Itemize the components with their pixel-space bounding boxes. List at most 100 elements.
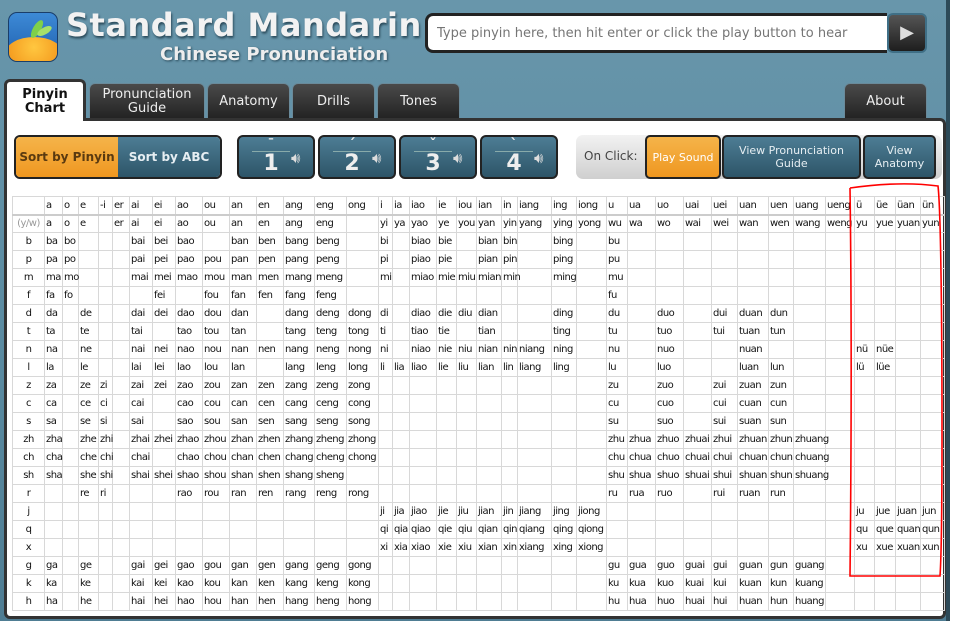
syllable-cell[interactable]: si [98,412,113,431]
syllable-cell[interactable]: kong [346,574,379,593]
syllable-cell[interactable]: miu [456,268,477,287]
syllable-cell[interactable]: cun [768,394,794,413]
syllable-cell[interactable]: zhu [606,430,628,449]
syllable-cell[interactable]: jin [501,502,518,521]
syllable-cell[interactable]: cen [256,394,284,413]
syllable-cell[interactable]: tiao [409,322,437,341]
syllable-cell[interactable]: cuo [655,394,684,413]
syllable-cell[interactable]: qian [476,520,502,539]
syllable-cell[interactable]: you [456,214,477,233]
syllable-cell[interactable]: guo [655,556,684,575]
syllable-cell[interactable]: zuo [655,376,684,395]
tab-drills[interactable]: Drills [292,83,375,119]
syllable-cell[interactable]: piao [409,250,437,269]
syllable-cell[interactable]: kuo [655,574,684,593]
syllable-cell[interactable]: luan [737,358,769,377]
syllable-cell[interactable]: gu [606,556,628,575]
syllable-cell[interactable]: nuan [737,340,769,359]
syllable-cell[interactable]: biao [409,232,437,251]
syllable-cell[interactable]: nan [229,340,257,359]
syllable-cell[interactable]: pan [229,250,257,269]
syllable-cell[interactable]: dan [229,304,257,323]
syllable-cell[interactable]: an [229,214,257,233]
syllable-cell[interactable]: shuan [737,466,769,485]
syllable-cell[interactable]: yu [854,214,875,233]
syllable-cell[interactable]: sen [256,412,284,431]
syllable-cell[interactable]: ka [44,574,63,593]
syllable-cell[interactable]: chi [98,448,114,467]
syllable-cell[interactable]: ce [78,394,99,413]
syllable-cell[interactable]: li [378,358,393,377]
syllable-cell[interactable]: ga [44,556,63,575]
syllable-cell[interactable]: bu [606,232,628,251]
syllable-cell[interactable]: yin [501,214,518,233]
syllable-cell[interactable]: ao [175,214,203,233]
syllable-cell[interactable]: cai [129,394,153,413]
syllable-cell[interactable]: mian [476,268,502,287]
syllable-cell[interactable]: lian [476,358,502,377]
syllable-cell[interactable]: e [78,214,99,233]
syllable-cell[interactable]: zun [768,376,794,395]
syllable-cell[interactable]: huai [683,592,712,611]
syllable-cell[interactable]: de [78,304,99,323]
syllable-cell[interactable]: ning [551,340,577,359]
syllable-cell[interactable]: che [78,448,99,467]
syllable-cell[interactable]: wang [793,214,826,233]
syllable-cell[interactable]: xuan [895,538,921,557]
syllable-cell[interactable]: zuan [737,376,769,395]
syllable-cell[interactable]: rang [283,484,315,503]
syllable-cell[interactable]: zai [129,376,153,395]
syllable-cell[interactable]: bian [476,232,502,251]
syllable-cell[interactable]: bie [436,232,457,251]
syllable-cell[interactable]: ke [78,574,99,593]
syllable-cell[interactable]: xun [920,538,945,557]
syllable-cell[interactable]: cuan [737,394,769,413]
syllable-cell[interactable]: o [62,214,79,233]
syllable-cell[interactable]: bao [175,232,203,251]
syllable-cell[interactable]: zhuo [655,430,684,449]
syllable-cell[interactable]: zhua [627,430,656,449]
syllable-cell[interactable]: huo [655,592,684,611]
syllable-cell[interactable]: nang [283,340,315,359]
tone-3-button[interactable]: ˇ 3 🔊︎ [399,135,477,179]
syllable-cell[interactable]: zui [711,376,738,395]
syllable-cell[interactable]: bai [129,232,153,251]
syllable-cell[interactable]: shuai [683,466,712,485]
syllable-cell[interactable]: pi [378,250,393,269]
syllable-cell[interactable]: tuan [737,322,769,341]
syllable-cell[interactable]: chuang [793,448,830,467]
syllable-cell[interactable]: tang [283,322,315,341]
syllable-cell[interactable]: dai [129,304,153,323]
syllable-cell[interactable]: mie [436,268,457,287]
syllable-cell[interactable]: mi [378,268,393,287]
syllable-cell[interactable]: zhi [98,430,113,449]
syllable-cell[interactable]: die [436,304,457,323]
syllable-cell[interactable]: lai [129,358,153,377]
syllable-cell[interactable]: qie [436,520,457,539]
syllable-cell[interactable]: meng [314,268,347,287]
syllable-cell[interactable]: shui [711,466,738,485]
syllable-cell[interactable]: mo [62,268,79,287]
syllable-cell[interactable]: deng [314,304,347,323]
syllable-cell[interactable]: mou [202,268,230,287]
syllable-cell[interactable]: lü [854,358,875,377]
syllable-cell[interactable]: ha [44,592,63,611]
syllable-cell[interactable]: sun [768,412,794,431]
syllable-cell[interactable]: xue [874,538,896,557]
syllable-cell[interactable]: shai [129,466,153,485]
syllable-cell[interactable]: teng [314,322,347,341]
syllable-cell[interactable]: ceng [314,394,347,413]
syllable-cell[interactable]: duo [655,304,684,323]
syllable-cell[interactable]: ma [44,268,63,287]
syllable-cell[interactable]: bang [283,232,315,251]
syllable-cell[interactable]: sa [44,412,63,431]
syllable-cell[interactable]: kou [202,574,230,593]
syllable-cell[interactable]: zou [202,376,230,395]
tone-1-button[interactable]: ˉ 1 🔊︎ [237,135,315,179]
syllable-cell[interactable]: chai [129,448,153,467]
syllable-cell[interactable]: qin [501,520,518,539]
syllable-cell[interactable]: zhun [768,430,794,449]
syllable-cell[interactable]: fo [62,286,79,305]
syllable-cell[interactable]: hai [129,592,153,611]
syllable-cell[interactable]: zu [606,376,628,395]
